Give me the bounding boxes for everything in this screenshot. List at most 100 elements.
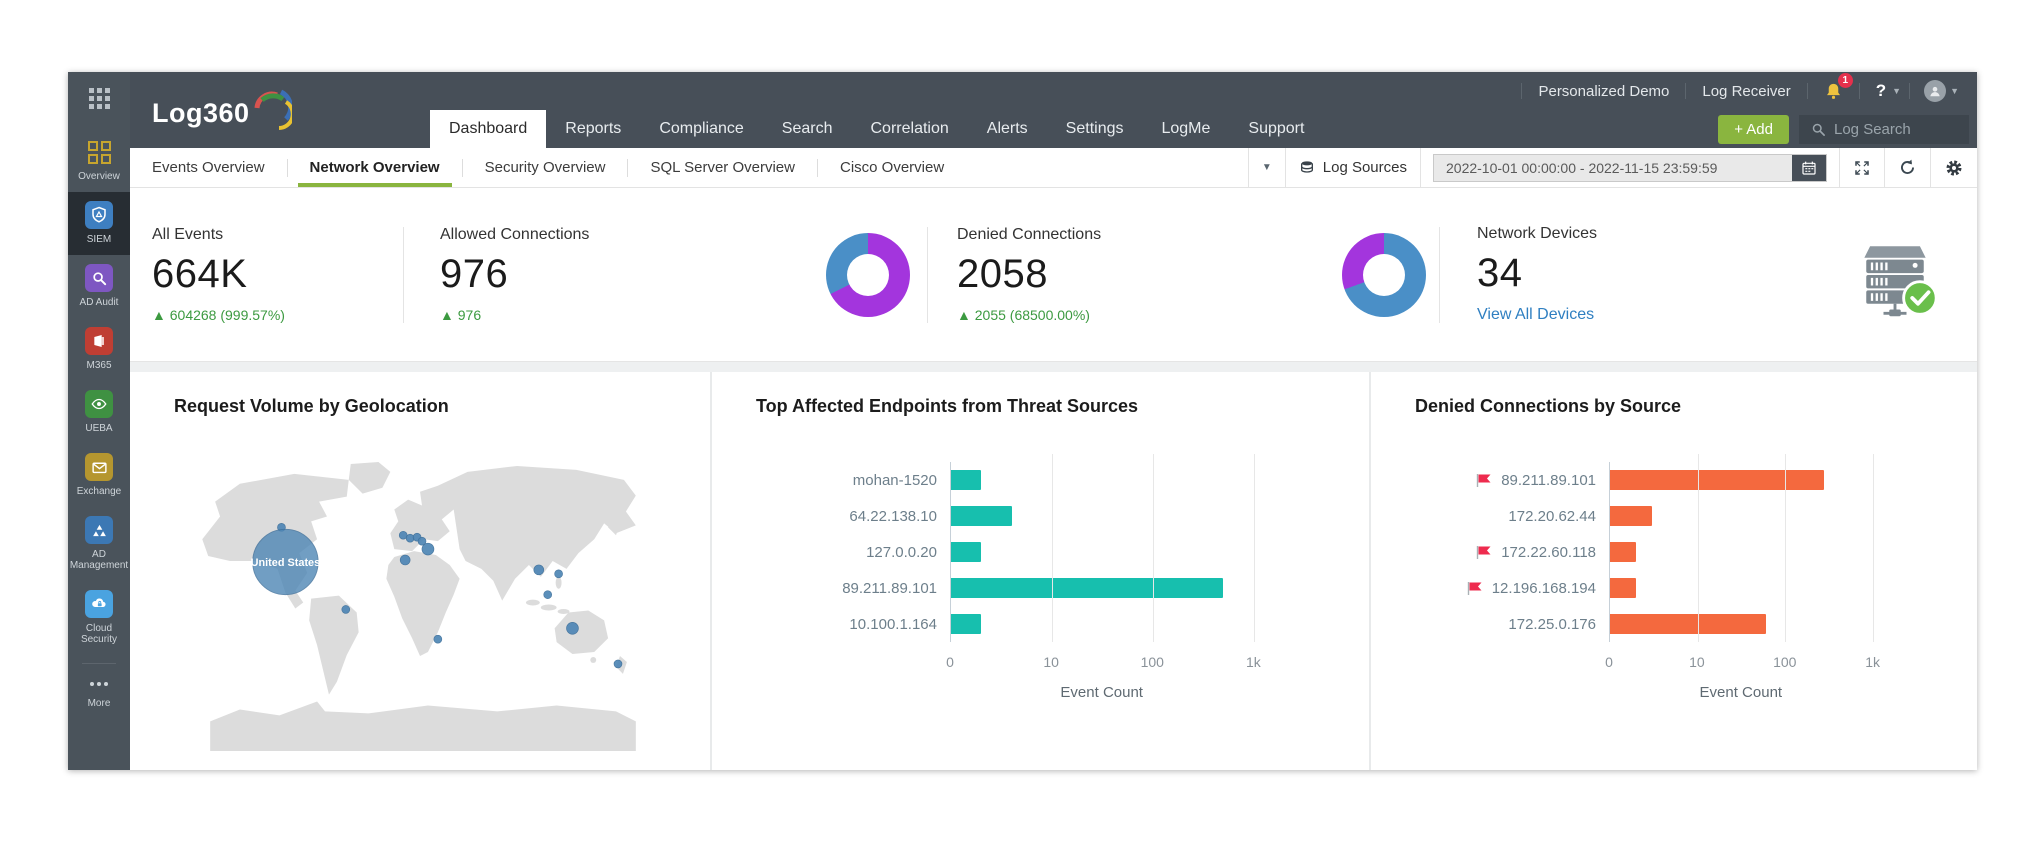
subtab-network-overview[interactable]: Network Overview: [288, 148, 462, 187]
server-icon: [1849, 229, 1941, 321]
personalized-demo-link[interactable]: Personalized Demo: [1522, 83, 1685, 100]
nav-tab-reports[interactable]: Reports: [546, 110, 640, 148]
expand-icon: [1855, 160, 1869, 175]
log-sources-button[interactable]: Log Sources: [1284, 148, 1420, 187]
map-point-brazil: [341, 605, 351, 614]
sidebar-item-siem[interactable]: SIEM: [68, 192, 130, 255]
add-button[interactable]: + Add: [1718, 115, 1789, 144]
fullscreen-button[interactable]: [1839, 148, 1884, 187]
subtab-security-overview[interactable]: Security Overview: [463, 148, 628, 187]
sidebar-item-more[interactable]: More: [68, 666, 130, 719]
bar-category-label: 172.22.60.118: [1371, 534, 1609, 570]
nav-tab-dashboard[interactable]: Dashboard: [430, 110, 547, 148]
flag-icon: [1476, 473, 1491, 487]
nav-tab-support[interactable]: Support: [1229, 110, 1323, 148]
subtab-cisco-overview[interactable]: Cisco Overview: [818, 148, 966, 187]
sidebar-item-label: SIEM: [86, 234, 112, 245]
map-point-germany: [421, 542, 435, 556]
sidebar-item-label: Cloud Security: [80, 623, 118, 645]
app-launcher-icon[interactable]: [88, 88, 110, 109]
stat-card-all-events: All Events 664K ▲ 604268 (999.57%): [130, 188, 403, 361]
nav-tab-logme[interactable]: LogMe: [1142, 110, 1229, 148]
nav-right: + Add Log Search: [1718, 115, 1969, 144]
nav-tab-search[interactable]: Search: [763, 110, 852, 148]
brand-name: Log360: [152, 98, 250, 128]
bar-category-label: 127.0.0.20: [866, 543, 937, 561]
view-all-devices-link[interactable]: View All Devices: [1477, 306, 1849, 324]
bar-chart-plot: [1609, 454, 1947, 642]
date-range-input[interactable]: [1434, 154, 1792, 181]
bar-category-label: 64.22.138.10: [849, 507, 937, 525]
panel-title: Request Volume by Geolocation: [174, 396, 449, 416]
bar-category-label: 12.196.168.194: [1371, 570, 1609, 606]
sidebar-item-ad-audit[interactable]: AD Audit: [68, 255, 130, 318]
sidebar-item-cloud-security[interactable]: Cloud Security: [68, 581, 130, 655]
eye-icon: [85, 390, 113, 418]
stats-row: All Events 664K ▲ 604268 (999.57%) Allow…: [130, 188, 1977, 362]
stat-label: Network Devices: [1477, 225, 1598, 242]
panel-geolocation: Request Volume by Geolocation United Sta…: [130, 372, 710, 770]
subtab-sql-server-overview[interactable]: SQL Server Overview: [628, 148, 817, 187]
chevron-down-icon: ▼: [1261, 162, 1272, 173]
nav-tab-correlation[interactable]: Correlation: [852, 110, 968, 148]
x-axis-tick: 100: [1140, 654, 1164, 670]
stat-value: 2058: [957, 252, 1048, 296]
log-receiver-link[interactable]: Log Receiver: [1686, 83, 1806, 100]
x-axis-label: Event Count: [1060, 684, 1143, 701]
notification-badge: 1: [1837, 73, 1853, 88]
help-button[interactable]: ?: [1860, 81, 1892, 101]
stat-value: 34: [1477, 251, 1523, 295]
sidebar-item-label: More: [87, 698, 111, 709]
stat-delta: ▲ 2055 (68500.00%): [957, 307, 1090, 323]
logo[interactable]: Log360: [152, 86, 292, 134]
stat-card-allowed-connections: Allowed Connections 976 ▲ 976: [404, 188, 927, 361]
gear-icon: [1946, 160, 1962, 175]
sidebar-item-overview[interactable]: Overview: [68, 129, 130, 192]
log-search-input[interactable]: Log Search: [1799, 115, 1969, 144]
app-window: Overview SIEM AD Audit M365 UEBA Exchang…: [68, 72, 1977, 770]
sidebar-item-exchange[interactable]: Exchange: [68, 444, 130, 507]
bar-chart-top-affected: mohan-1520 64.22.138.10 127.0.0.20 89.211.8…: [712, 454, 1339, 642]
map-point-indonesia: [543, 590, 553, 599]
sidebar-item-ad-management[interactable]: AD Management: [68, 507, 130, 581]
bar: [951, 506, 1012, 526]
map-point-china: [533, 564, 545, 576]
x-axis-tick: 1k: [1865, 654, 1881, 670]
topbar: Personalized Demo Log Receiver 1 ? ▼ ▼: [1521, 72, 1967, 110]
bar: [1610, 506, 1652, 526]
dashboard-dropdown-button[interactable]: ▼: [1247, 148, 1285, 187]
panel-title: Denied Connections by Source: [1415, 396, 1682, 416]
bar: [951, 470, 982, 490]
stat-value: 664K: [152, 252, 248, 296]
stat-label: Allowed Connections: [440, 226, 590, 243]
refresh-button[interactable]: [1884, 148, 1930, 187]
sidebar-item-ueba[interactable]: UEBA: [68, 381, 130, 444]
bar-category-label: 10.100.1.164: [849, 615, 937, 633]
calendar-button[interactable]: [1792, 154, 1826, 181]
bar-chart-ticks: 0 10 100 1k: [946, 654, 1339, 674]
stat-delta: ▲ 604268 (999.57%): [152, 307, 285, 323]
x-axis-tick: 10: [1689, 654, 1705, 670]
notifications-button[interactable]: 1: [1808, 73, 1859, 101]
nav-tab-settings[interactable]: Settings: [1047, 110, 1143, 148]
x-axis-tick: 0: [946, 654, 954, 670]
bar-category-label: 89.211.89.101: [842, 579, 937, 597]
sidebar-item-label: Overview: [78, 171, 120, 182]
logo-swoosh-icon: [254, 89, 292, 130]
subtab-events-overview[interactable]: Events Overview: [130, 148, 287, 187]
settings-button[interactable]: [1930, 148, 1977, 187]
map-bubble-label: United States: [251, 557, 321, 569]
user-avatar[interactable]: [1924, 80, 1947, 102]
sidebar-item-label: Exchange: [76, 486, 122, 497]
bar: [1610, 542, 1637, 562]
bar-category-label: 172.25.0.176: [1508, 615, 1596, 633]
x-axis-tick: 0: [1605, 654, 1613, 670]
sidebar-item-m365[interactable]: M365: [68, 318, 130, 381]
envelope-icon: [85, 453, 113, 481]
nav-tab-alerts[interactable]: Alerts: [968, 110, 1047, 148]
triangles-icon: [85, 516, 113, 544]
map-point-australia: [566, 622, 579, 635]
nav-tab-compliance[interactable]: Compliance: [640, 110, 762, 148]
sidebar-divider: [82, 663, 116, 664]
search-icon: [1812, 123, 1825, 136]
